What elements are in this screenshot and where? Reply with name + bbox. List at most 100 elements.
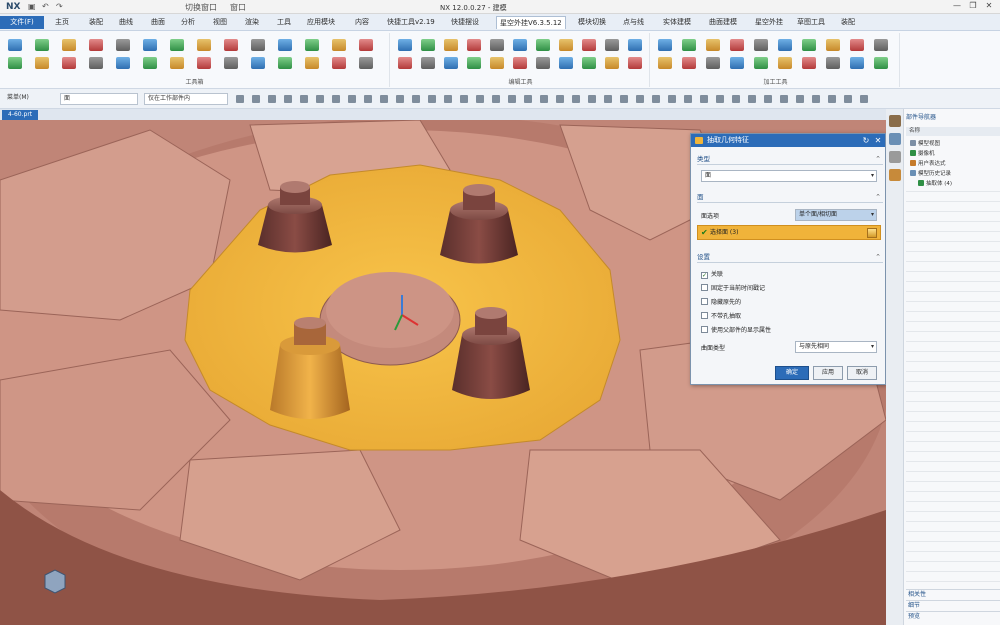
tool-icon[interactable]: [170, 57, 184, 69]
dependencies-panel[interactable]: 相关性: [906, 589, 1000, 599]
selection-tool-icon[interactable]: [684, 95, 692, 103]
type-section-header[interactable]: 类型 ⌃: [697, 154, 883, 165]
tool-icon[interactable]: [536, 57, 550, 69]
tool-icon[interactable]: [398, 39, 412, 51]
tool-icon[interactable]: [536, 39, 550, 51]
tab-point-line[interactable]: 点与线: [620, 16, 647, 29]
tool-icon[interactable]: [682, 57, 696, 69]
tool-icon[interactable]: [8, 57, 22, 69]
selection-tool-icon[interactable]: [828, 95, 836, 103]
selection-scope-select[interactable]: 仅在工作部件内: [144, 93, 228, 105]
tool-icon[interactable]: [754, 57, 768, 69]
tool-icon[interactable]: [513, 39, 527, 51]
selection-tool-icon[interactable]: [332, 95, 340, 103]
tool-icon[interactable]: [490, 39, 504, 51]
selection-tool-icon[interactable]: [716, 95, 724, 103]
tool-icon[interactable]: [582, 57, 596, 69]
tool-icon[interactable]: [730, 57, 744, 69]
redo-icon[interactable]: ↷: [56, 2, 63, 11]
tool-icon[interactable]: [778, 57, 792, 69]
ok-button[interactable]: 确定: [775, 366, 809, 380]
tool-icon[interactable]: [658, 39, 672, 51]
tool-icon[interactable]: [628, 57, 642, 69]
tool-icon[interactable]: [224, 39, 238, 51]
selection-tool-icon[interactable]: [236, 95, 244, 103]
tool-icon[interactable]: [628, 39, 642, 51]
preview-panel[interactable]: 预览: [906, 611, 1000, 621]
tool-icon[interactable]: [850, 39, 864, 51]
selection-tool-icon[interactable]: [780, 95, 788, 103]
selection-tool-icon[interactable]: [588, 95, 596, 103]
window-button[interactable]: 窗口: [230, 2, 246, 13]
tool-icon[interactable]: [332, 39, 346, 51]
selection-tool-icon[interactable]: [508, 95, 516, 103]
collapse-icon[interactable]: ⌃: [875, 192, 881, 203]
tool-icon[interactable]: [802, 39, 816, 51]
cancel-button[interactable]: 取消: [847, 366, 877, 380]
tool-icon[interactable]: [559, 39, 573, 51]
tab-quick-layout[interactable]: 快捷摆设: [448, 16, 482, 29]
tab-analysis[interactable]: 分析: [178, 16, 198, 29]
selection-tool-icon[interactable]: [556, 95, 564, 103]
checkbox-box[interactable]: [701, 312, 708, 319]
constraint-navigator-icon[interactable]: [889, 151, 901, 163]
tool-icon[interactable]: [359, 57, 373, 69]
name-column-header[interactable]: 名称: [906, 127, 1000, 136]
tool-icon[interactable]: [467, 57, 481, 69]
tree-item-model-history[interactable]: 模型历史记录: [910, 170, 951, 178]
selection-tool-icon[interactable]: [700, 95, 708, 103]
tool-icon[interactable]: [62, 57, 76, 69]
tool-icon[interactable]: [874, 39, 888, 51]
fix-timestamp-checkbox[interactable]: 固定于当前时间戳记: [701, 284, 765, 293]
minimize-icon[interactable]: —: [950, 1, 964, 13]
tab-application[interactable]: 应用模块: [304, 16, 338, 29]
selection-tool-icon[interactable]: [812, 95, 820, 103]
tool-icon[interactable]: [467, 39, 481, 51]
tab-xingkong[interactable]: 星空外挂: [752, 16, 786, 29]
dialog-close-icon[interactable]: ✕: [873, 134, 883, 147]
tool-icon[interactable]: [143, 57, 157, 69]
tool-icon[interactable]: [62, 39, 76, 51]
tool-icon[interactable]: [251, 39, 265, 51]
tool-icon[interactable]: [421, 57, 435, 69]
tool-icon[interactable]: [850, 57, 864, 69]
selection-tool-icon[interactable]: [380, 95, 388, 103]
tool-icon[interactable]: [658, 57, 672, 69]
selection-tool-icon[interactable]: [540, 95, 548, 103]
tool-icon[interactable]: [170, 39, 184, 51]
tree-item-cameras[interactable]: 摄像机: [910, 150, 935, 158]
tool-icon[interactable]: [143, 39, 157, 51]
type-select[interactable]: 面 ▾: [701, 170, 877, 182]
tab-sketch-tools[interactable]: 草图工具: [794, 16, 828, 29]
extract-without-holes-checkbox[interactable]: 不带孔抽取: [701, 312, 741, 321]
surface-type-select[interactable]: 与原先相同 ▾: [795, 341, 877, 353]
tool-icon[interactable]: [513, 57, 527, 69]
tool-icon[interactable]: [251, 57, 265, 69]
selection-tool-icon[interactable]: [428, 95, 436, 103]
tool-icon[interactable]: [197, 39, 211, 51]
tool-icon[interactable]: [826, 57, 840, 69]
tab-tools[interactable]: 工具: [274, 16, 294, 29]
close-icon[interactable]: ✕: [982, 1, 996, 13]
tool-icon[interactable]: [730, 39, 744, 51]
selection-tool-icon[interactable]: [796, 95, 804, 103]
view-cube-icon[interactable]: [44, 569, 66, 594]
selection-tool-icon[interactable]: [460, 95, 468, 103]
tool-icon[interactable]: [490, 57, 504, 69]
tab-render[interactable]: 渲染: [242, 16, 262, 29]
tool-icon[interactable]: [35, 39, 49, 51]
selection-tool-icon[interactable]: [476, 95, 484, 103]
menu-button[interactable]: 菜单(M): [4, 93, 54, 105]
tab-module-switch[interactable]: 模块切换: [575, 16, 609, 29]
tool-icon[interactable]: [706, 39, 720, 51]
selection-tool-icon[interactable]: [844, 95, 852, 103]
tab-home[interactable]: 主页: [52, 16, 72, 29]
selection-tool-icon[interactable]: [620, 95, 628, 103]
tool-icon[interactable]: [278, 57, 292, 69]
associative-checkbox[interactable]: ✓ 关联: [701, 270, 723, 279]
tool-icon[interactable]: [305, 57, 319, 69]
tree-item-expressions[interactable]: 用户表达式: [910, 160, 946, 168]
tool-icon[interactable]: [116, 39, 130, 51]
tool-icon[interactable]: [826, 39, 840, 51]
hide-original-checkbox[interactable]: 隐藏原先的: [701, 298, 741, 307]
